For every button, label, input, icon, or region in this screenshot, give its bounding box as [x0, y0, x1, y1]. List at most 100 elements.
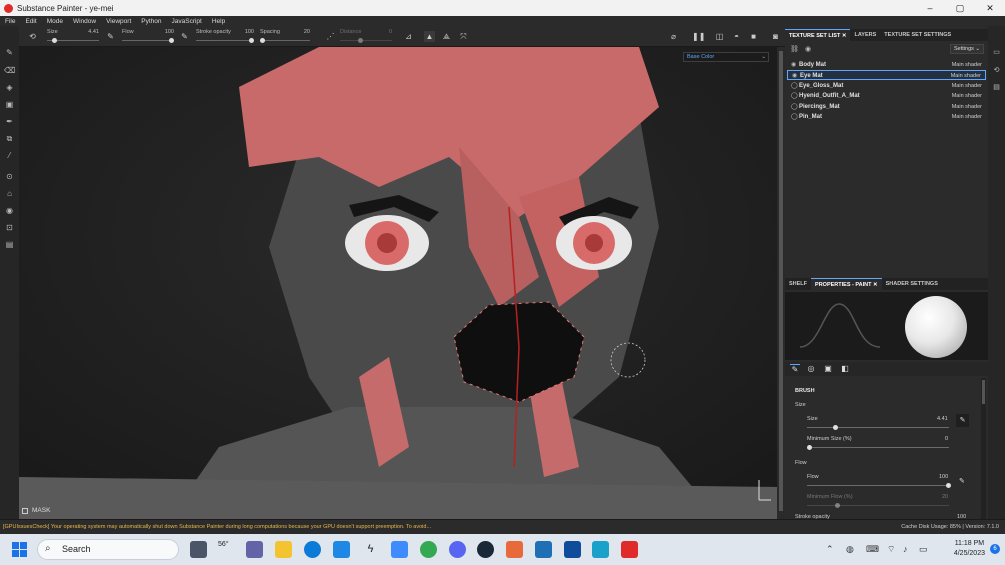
brush-size-knob[interactable]: [832, 425, 838, 430]
paint-brush-icon[interactable]: ✎: [4, 48, 15, 58]
eye-icon[interactable]: ◯: [791, 91, 798, 101]
security-icon[interactable]: ◍: [846, 544, 854, 555]
brush-size-track[interactable]: [807, 427, 949, 428]
store-icon[interactable]: [391, 541, 408, 558]
system-clock[interactable]: 11:18 PM 4/25/2023: [954, 539, 985, 559]
min-flow-knob[interactable]: [835, 503, 840, 508]
bolt-icon[interactable]: ϟ: [362, 541, 379, 558]
mail-icon[interactable]: [333, 541, 350, 558]
chevron-up-icon[interactable]: ⌃: [826, 544, 834, 555]
texture-set-shader[interactable]: Main shader: [952, 81, 982, 91]
texture-set-row[interactable]: ◯ Piercings_Mat Main shader: [787, 102, 986, 112]
tab-layers[interactable]: LAYERS: [850, 29, 880, 41]
maximize-button[interactable]: ▢: [945, 0, 975, 16]
notification-badge[interactable]: 6: [990, 544, 1000, 554]
eraser-icon[interactable]: ⌫: [4, 66, 15, 76]
alignment-icon[interactable]: ⊿: [403, 31, 414, 42]
min-size-knob[interactable]: [807, 445, 812, 450]
texture-set-shader[interactable]: Main shader: [952, 91, 982, 101]
tab-texture-set-settings[interactable]: TEXTURE SET SETTINGS: [880, 29, 955, 41]
geometry-icon[interactable]: ⌂: [4, 189, 15, 199]
symmetry-mirror-icon[interactable]: ▲: [424, 31, 435, 42]
scrollbar-thumb[interactable]: [982, 380, 985, 404]
bake-icon[interactable]: ⊙: [4, 172, 15, 182]
teams-icon[interactable]: [246, 541, 263, 558]
lazy-mouse-icon[interactable]: ⋰: [325, 31, 336, 42]
material-icon[interactable]: ◧: [840, 364, 850, 374]
3d-viewport[interactable]: [19, 47, 777, 519]
speaker-icon[interactable]: ♪: [903, 544, 908, 554]
stroke-opacity-knob[interactable]: [249, 38, 254, 43]
chrome-icon[interactable]: [420, 541, 437, 558]
discord-icon[interactable]: [449, 541, 466, 558]
log-icon[interactable]: ▤: [992, 83, 1001, 92]
tab-texture-set-list[interactable]: TEXTURE SET LIST ✕: [785, 29, 851, 41]
menu-mode[interactable]: Mode: [47, 18, 63, 25]
min-size-track[interactable]: [807, 447, 949, 448]
pen-pressure-icon[interactable]: ✎: [956, 414, 969, 427]
python-plugin-icon[interactable]: ⊡: [4, 223, 15, 233]
menu-edit[interactable]: Edit: [25, 18, 36, 25]
size-slider[interactable]: Size 4.41: [47, 29, 99, 45]
video-camera-icon[interactable]: ■: [748, 31, 759, 42]
menu-window[interactable]: Window: [73, 18, 96, 25]
transform-icon[interactable]: ⤧: [458, 31, 469, 42]
menu-file[interactable]: File: [5, 18, 15, 25]
camera-off-icon[interactable]: ⌀: [668, 31, 679, 42]
channel-select[interactable]: Base Color ⌄: [683, 52, 769, 62]
brush-flow-knob[interactable]: [946, 483, 951, 488]
wifi-icon[interactable]: ⌔: [887, 544, 895, 555]
menu-viewport[interactable]: Viewport: [106, 18, 131, 25]
menu-python[interactable]: Python: [141, 18, 161, 25]
mask-checkbox[interactable]: [22, 507, 28, 514]
history-icon[interactable]: ⟲: [992, 66, 1001, 75]
screenshot-icon[interactable]: ◙: [770, 31, 781, 42]
texture-set-row[interactable]: ◯ Eye_Gloss_Mat Main shader: [787, 81, 986, 91]
taskbar-search[interactable]: ⌕ Search: [37, 539, 179, 560]
clone-icon[interactable]: ⧉: [4, 134, 15, 144]
pen-pressure-icon[interactable]: ✎: [179, 31, 190, 42]
projection-icon[interactable]: ◈: [4, 83, 15, 93]
remote-desktop-icon[interactable]: [535, 541, 552, 558]
eye-icon[interactable]: ◯: [791, 102, 798, 112]
display-settings-icon[interactable]: ▭: [992, 48, 1001, 57]
size-knob[interactable]: [52, 38, 58, 43]
properties-scrollbar[interactable]: [981, 378, 986, 519]
weather-widget[interactable]: 56°: [218, 541, 235, 558]
alpha-icon[interactable]: ◎: [806, 364, 816, 374]
close-button[interactable]: ✕: [975, 0, 1005, 16]
windows-start-icon[interactable]: [12, 542, 27, 557]
edge-icon[interactable]: [304, 541, 321, 558]
texture-set-row[interactable]: ◯ Pin_Mat Main shader: [787, 112, 986, 122]
battery-icon[interactable]: ▭: [919, 544, 928, 555]
viewport-scrollbar[interactable]: [777, 47, 785, 519]
menu-help[interactable]: Help: [212, 18, 225, 25]
texture-set-row[interactable]: ◉ Body Mat Main shader: [787, 60, 986, 70]
brush-flow-track[interactable]: [807, 485, 949, 486]
brush-size-value[interactable]: 4.41: [937, 416, 948, 422]
keyboard-icon[interactable]: ⌨: [866, 544, 879, 555]
calendar-icon[interactable]: [564, 541, 581, 558]
polygon-fill-icon[interactable]: ▣: [4, 100, 15, 110]
capture-icon[interactable]: [592, 541, 609, 558]
menu-javascript[interactable]: JavaScript: [172, 18, 202, 25]
texture-set-shader[interactable]: Main shader: [952, 112, 982, 122]
eye-icon[interactable]: ◯: [791, 81, 798, 91]
close-icon[interactable]: ✕: [842, 33, 847, 39]
mask-toggle[interactable]: MASK: [22, 507, 50, 514]
eye-icon[interactable]: ◉: [792, 71, 797, 81]
symmetry-icon[interactable]: ⟲: [27, 31, 38, 42]
pause-icon[interactable]: ❚❚: [692, 31, 705, 42]
brush-flow-value[interactable]: 100: [939, 474, 948, 480]
min-flow-track[interactable]: [807, 505, 949, 506]
material-icon[interactable]: ◉: [4, 206, 15, 216]
stroke-opacity-slider[interactable]: Stroke opacity 100: [196, 29, 254, 45]
eye-icon[interactable]: ◯: [791, 112, 798, 122]
texture-set-row[interactable]: ◯ Hyenid_Outfit_A_Mat Main shader: [787, 91, 986, 101]
eye-icon[interactable]: ◉: [791, 60, 796, 70]
distance-slider[interactable]: Distance 0: [340, 29, 392, 45]
file-explorer-icon[interactable]: [275, 541, 292, 558]
uv-view-icon[interactable]: ◫: [714, 31, 725, 42]
render-icon[interactable]: ◓: [731, 31, 742, 42]
scrollbar-thumb[interactable]: [779, 51, 783, 511]
